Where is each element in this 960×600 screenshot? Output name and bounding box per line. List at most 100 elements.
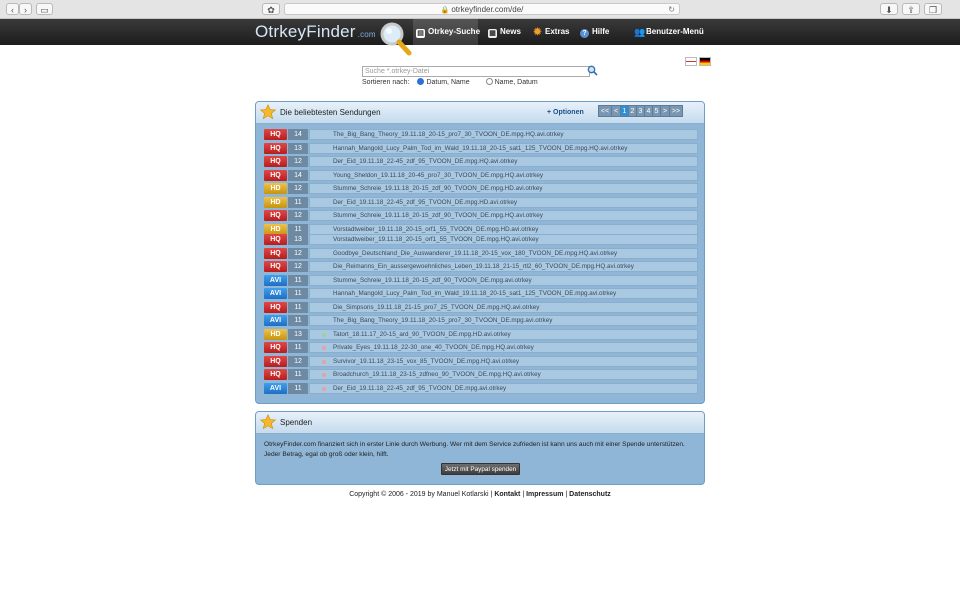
sort-radio-name-datum[interactable]: [485, 78, 493, 85]
file-link[interactable]: Vorstadtweiber_19.11.18_20-15_orf1_55_TV…: [309, 234, 698, 245]
quality-badge: HQ: [264, 342, 287, 353]
download-icon[interactable]: ⬇: [880, 3, 898, 15]
file-link[interactable]: The_Big_Bang_Theory_19.11.18_20-15_pro7_…: [309, 129, 698, 140]
file-link[interactable]: Hannah_Mangold_Lucy_Palm_Tod_im_Wald_19.…: [309, 288, 698, 299]
file-link[interactable]: Vorstadtweiber_19.11.18_20-15_orf1_55_TV…: [309, 223, 698, 235]
language-switcher: [683, 53, 711, 71]
panel-title: Die beliebtesten Sendungen: [280, 108, 381, 117]
file-link[interactable]: Der_Eid_19.11.18_22-45_zdf_95_TVOON_DE.m…: [309, 156, 698, 167]
panel-header: Spenden: [256, 412, 704, 434]
list-item[interactable]: HD 13 Tatort_18.11.17_20-15_ard_90_TVOON_D…: [264, 328, 698, 341]
impressum-link[interactable]: Impressum: [526, 491, 563, 498]
quality-badge: HQ: [264, 261, 287, 272]
paypal-donate-button[interactable]: Jetzt mit Paypal spenden: [441, 463, 520, 475]
copyright-text: Copyright © 2006 - 2019 by Manuel Kotlar…: [349, 491, 489, 498]
file-link[interactable]: Young_Sheldon_19.11.18_20-45_pro7_30_TVO…: [309, 169, 698, 181]
list-item[interactable]: HD 12 Stumme_Schreie_19.11.18_20-15_zdf_90…: [264, 183, 698, 195]
file-link[interactable]: Stumme_Schreie_19.11.18_20-15_zdf_90_TVO…: [309, 274, 698, 286]
pager-button[interactable]: >>: [669, 105, 683, 117]
forward-icon[interactable]: ›: [19, 3, 32, 15]
search-input[interactable]: Suche *.otrkey-Datei: [362, 66, 590, 77]
document-icon: ▤: [416, 29, 425, 38]
newspaper-icon: ▦: [488, 29, 497, 38]
search-icon[interactable]: [587, 65, 598, 76]
magnifier-logo-icon: [380, 22, 412, 56]
tabs-icon[interactable]: ❐: [924, 3, 942, 15]
list-item[interactable]: HQ 12 Stumme_Schreie_19.11.18_20-15_zdf_90…: [264, 210, 698, 222]
file-link[interactable]: Hannah_Mangold_Lucy_Palm_Tod_im_Wald_19.…: [309, 142, 698, 154]
file-link[interactable]: Die_Reimanns_Ein_aussergewoehnliches_Leb…: [309, 261, 698, 272]
file-name: Goodbye_Deutschland_Die_Auswanderer_19.1…: [333, 249, 618, 257]
quality-badge: HQ: [264, 301, 287, 313]
flag-uk-icon[interactable]: [685, 57, 697, 66]
download-count: 12: [288, 355, 308, 367]
list-item[interactable]: AVI 11 Stumme_Schreie_19.11.18_20-15_zdf_9…: [264, 274, 698, 287]
list-item[interactable]: AVI 11 Der_Eid_19.11.18_22-45_zdf_95_TVOON…: [264, 382, 698, 395]
nav-extras[interactable]: ✹ Extras: [533, 27, 569, 38]
flag-de-icon[interactable]: [699, 57, 711, 66]
file-link[interactable]: Der_Eid_19.11.18_22-45_zdf_95_TVOON_DE.m…: [309, 196, 698, 208]
file-name: Stumme_Schreie_19.11.18_20-15_zdf_90_TVO…: [333, 276, 532, 284]
file-link[interactable]: Der_Eid_19.11.18_22-45_zdf_95_TVOON_DE.m…: [309, 382, 698, 394]
sort-radio-datum-name[interactable]: [417, 78, 425, 85]
donate-text: OtrkeyFinder.com finanziert sich in erst…: [264, 441, 685, 458]
list-item[interactable]: HQ 13 Vorstadtweiber_19.11.18_20-15_orf1_5…: [264, 234, 698, 246]
download-count: 13: [288, 234, 308, 245]
sort-label: Sortieren nach:: [362, 79, 410, 86]
nav-hilfe[interactable]: ? Hilfe: [580, 27, 609, 38]
nav-otrkey-suche[interactable]: ▤ Otrkey-Suche: [416, 27, 480, 38]
download-count: 12: [288, 261, 308, 272]
kontakt-link[interactable]: Kontakt: [494, 491, 520, 498]
sidebar-icon[interactable]: ▭: [36, 3, 53, 15]
file-link[interactable]: Stumme_Schreie_19.11.18_20-15_zdf_90_TVO…: [309, 183, 698, 194]
quality-badge: HQ: [264, 129, 287, 140]
list-item[interactable]: AVI 11 Hannah_Mangold_Lucy_Palm_Tod_im_Wal…: [264, 288, 698, 300]
back-icon[interactable]: ‹: [6, 3, 19, 15]
datenschutz-link[interactable]: Datenschutz: [569, 491, 611, 498]
donate-panel: Spenden OtrkeyFinder.com finanziert sich…: [255, 411, 705, 485]
reload-icon[interactable]: ↻: [668, 4, 675, 15]
list-item[interactable]: HQ 13 Hannah_Mangold_Lucy_Palm_Tod_im_Wald…: [264, 142, 698, 155]
nav-benutzer-menu[interactable]: 👥Benutzer-Menü: [634, 27, 704, 37]
file-name: Hannah_Mangold_Lucy_Palm_Tod_im_Wald_19.…: [333, 144, 628, 152]
address-bar[interactable]: 🔒 otrkeyfinder.com/de/ ↻: [284, 3, 680, 15]
file-name: Tatort_18.11.17_20-15_ard_90_TVOON_DE.mp…: [333, 330, 511, 338]
quality-badge: HD: [264, 196, 287, 208]
status-dot-icon: [322, 160, 326, 164]
extension-icon[interactable]: ✿: [262, 3, 280, 15]
list-item[interactable]: HQ 11 Private_Eyes_19.11.18_22-30_one_40_T…: [264, 342, 698, 354]
list-item[interactable]: HQ 12 Goodbye_Deutschland_Die_Auswanderer_…: [264, 247, 698, 260]
file-link[interactable]: The_Big_Bang_Theory_19.11.18_20-15_pro7_…: [309, 315, 698, 326]
quality-badge: AVI: [264, 288, 287, 299]
download-count: 11: [288, 223, 308, 235]
file-name: Der_Eid_19.11.18_22-45_zdf_95_TVOON_DE.m…: [333, 384, 507, 392]
file-link[interactable]: Broadchurch_19.11.18_23-15_zdfneo_90_TVO…: [309, 369, 698, 380]
download-count: 13: [288, 142, 308, 154]
list-item[interactable]: HQ 12 Der_Eid_19.11.18_22-45_zdf_95_TVOON_…: [264, 156, 698, 168]
status-dot-icon: [322, 279, 326, 283]
site-logo[interactable]: OtrkeyFinder .com: [255, 22, 376, 42]
download-count: 13: [288, 328, 308, 340]
list-item[interactable]: HD 11 Der_Eid_19.11.18_22-45_zdf_95_TVOON_…: [264, 196, 698, 209]
star-icon: [260, 104, 276, 120]
download-count: 14: [288, 169, 308, 181]
list-item[interactable]: HQ 11 Broadchurch_19.11.18_23-15_zdfneo_90…: [264, 369, 698, 381]
file-link[interactable]: Stumme_Schreie_19.11.18_20-15_zdf_90_TVO…: [309, 210, 698, 221]
options-link[interactable]: + Optionen: [547, 109, 584, 116]
list-item[interactable]: AVI 11 The_Big_Bang_Theory_19.11.18_20-15_…: [264, 315, 698, 327]
file-link[interactable]: Die_Simpsons_19.11.18_21-15_pro7_25_TVOO…: [309, 301, 698, 313]
file-link[interactable]: Goodbye_Deutschland_Die_Auswanderer_19.1…: [309, 247, 698, 259]
list-item[interactable]: HQ 12 Die_Reimanns_Ein_aussergewoehnliches…: [264, 261, 698, 273]
file-link[interactable]: Private_Eyes_19.11.18_22-30_one_40_TVOON…: [309, 342, 698, 353]
pager-button[interactable]: <<: [598, 105, 612, 117]
lock-icon: 🔒: [440, 7, 450, 14]
file-link[interactable]: Tatort_18.11.17_20-15_ard_90_TVOON_DE.mp…: [309, 328, 698, 340]
file-link[interactable]: Survivor_19.11.18_23-15_vox_85_TVOON_DE.…: [309, 355, 698, 367]
list-item[interactable]: HQ 12 Survivor_19.11.18_23-15_vox_85_TVOON…: [264, 355, 698, 368]
nav-news[interactable]: ▦ News: [488, 27, 521, 38]
list-item[interactable]: HQ 14 The_Big_Bang_Theory_19.11.18_20-15_p…: [264, 129, 698, 141]
share-icon[interactable]: ⇪: [902, 3, 920, 15]
list-item[interactable]: HQ 11 Die_Simpsons_19.11.18_21-15_pro7_25_…: [264, 301, 698, 314]
file-name: Die_Simpsons_19.11.18_21-15_pro7_25_TVOO…: [333, 303, 540, 311]
list-item[interactable]: HQ 14 Young_Sheldon_19.11.18_20-45_pro7_30…: [264, 169, 698, 182]
